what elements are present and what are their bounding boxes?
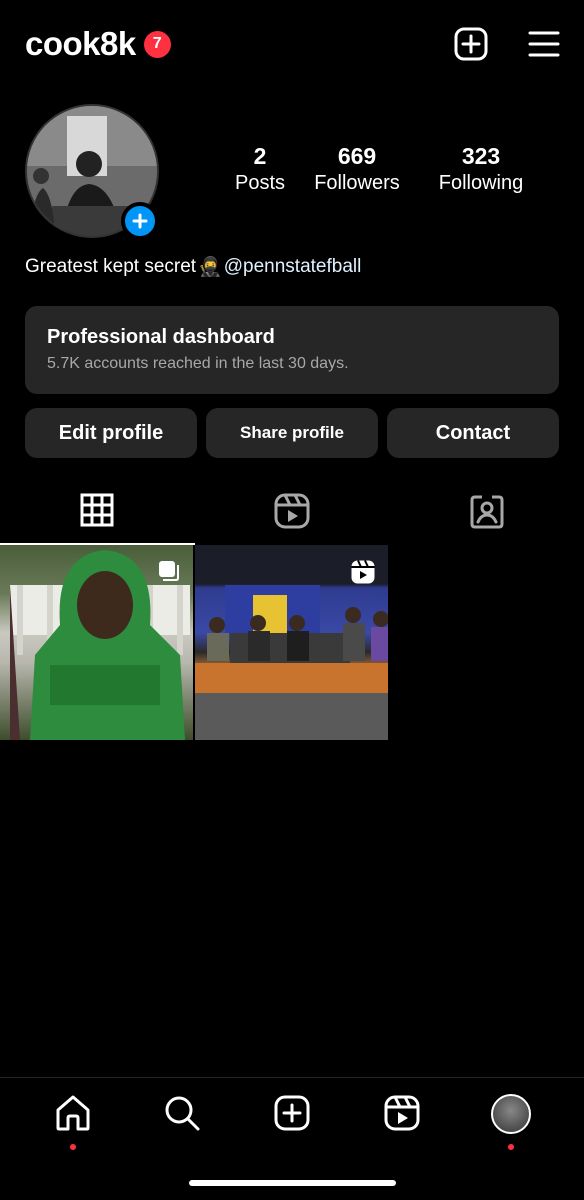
nav-create[interactable] xyxy=(262,1094,322,1154)
post-thumbnail-2[interactable] xyxy=(195,545,388,740)
bio: Greatest kept secret 🥷 @pennstatefball xyxy=(25,255,361,279)
nav-home[interactable] xyxy=(43,1094,103,1154)
followers-label: Followers xyxy=(314,172,400,194)
reel-icon xyxy=(351,560,375,584)
search-icon xyxy=(165,1096,200,1131)
profile-avatar xyxy=(491,1094,532,1134)
home-icon xyxy=(56,1095,90,1131)
dashboard-subtitle: 5.7K accounts reached in the last 30 day… xyxy=(47,355,349,372)
profile-content-tabs xyxy=(0,487,584,545)
edit-profile-button[interactable]: Edit profile xyxy=(25,408,197,458)
tab-reels[interactable] xyxy=(195,487,390,545)
reels-icon xyxy=(274,493,310,529)
profile-notification-dot xyxy=(508,1144,515,1150)
tab-tagged[interactable] xyxy=(389,487,584,545)
home-notification-dot xyxy=(69,1144,76,1150)
username-title[interactable]: cook8k xyxy=(25,25,136,63)
nav-profile[interactable] xyxy=(481,1094,541,1154)
bio-text: Greatest kept secret xyxy=(25,256,197,277)
grid-icon xyxy=(80,493,114,527)
posts-grid xyxy=(0,545,584,740)
following-stat[interactable]: 323 Following xyxy=(419,142,543,196)
plus-square-icon xyxy=(454,27,488,61)
contact-button[interactable]: Contact xyxy=(387,408,559,458)
carousel-icon xyxy=(159,561,179,581)
post-thumbnail-1[interactable] xyxy=(0,545,193,740)
followers-stat[interactable]: 669 Followers xyxy=(295,142,419,196)
ninja-emoji: 🥷 xyxy=(198,257,222,278)
home-indicator[interactable] xyxy=(189,1180,396,1186)
followers-count: 669 xyxy=(337,143,377,169)
share-profile-button[interactable]: Share profile xyxy=(206,408,378,458)
nav-reels[interactable] xyxy=(372,1094,432,1154)
bio-mention-link[interactable]: @pennstatefball xyxy=(224,256,362,278)
profile-header: cook8k 7 xyxy=(25,22,560,66)
create-icon xyxy=(274,1095,310,1131)
header-actions xyxy=(454,27,560,61)
reels-icon xyxy=(384,1095,420,1131)
dashboard-title: Professional dashboard xyxy=(47,326,275,348)
posts-count: 2 xyxy=(253,143,267,169)
tagged-icon xyxy=(470,495,504,529)
menu-button[interactable] xyxy=(528,30,560,58)
plus-icon xyxy=(132,213,148,229)
tab-posts-grid[interactable] xyxy=(0,487,195,545)
create-post-button[interactable] xyxy=(454,27,488,61)
nav-search[interactable] xyxy=(152,1094,212,1154)
following-count: 323 xyxy=(461,143,501,169)
professional-dashboard-card[interactable]: Professional dashboard 5.7K accounts rea… xyxy=(25,306,559,394)
hamburger-menu-icon xyxy=(528,31,560,57)
avatar-container[interactable] xyxy=(25,104,159,240)
notification-badge[interactable]: 7 xyxy=(143,30,171,58)
add-story-button[interactable] xyxy=(121,202,159,240)
profile-action-buttons: Edit profile Share profile Contact xyxy=(25,408,559,458)
following-label: Following xyxy=(438,172,524,194)
profile-stats: 2 Posts 669 Followers 323 Following xyxy=(225,142,543,196)
posts-label: Posts xyxy=(234,172,286,194)
profile-summary: 2 Posts 669 Followers 323 Following xyxy=(25,104,559,240)
posts-stat[interactable]: 2 Posts xyxy=(225,142,295,196)
